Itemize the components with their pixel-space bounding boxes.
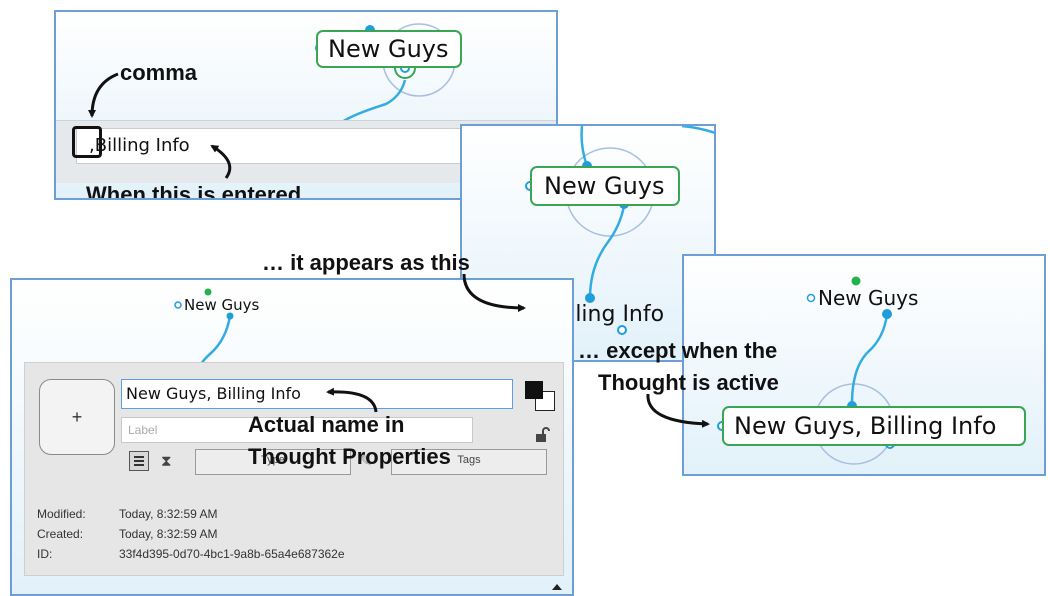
annotation-except-when: … except when the [578, 338, 778, 363]
thought-active-new-guys-billing-info[interactable]: New Guys, Billing Info [722, 406, 1026, 446]
color-swatch-picker[interactable] [523, 379, 555, 413]
modified-label: Modified: [37, 507, 86, 521]
annotation-actual-name: Actual name in [248, 412, 405, 437]
foreground-color-swatch [525, 381, 543, 399]
tags-label: Tags [457, 454, 481, 466]
annotation-when-entered: When this is entered … [86, 182, 330, 200]
thought-new-guys[interactable]: New Guys [530, 166, 680, 206]
annotation-comma: comma [120, 60, 198, 85]
id-label: ID: [37, 547, 53, 561]
panel-active-example: New Guys New Guys, Billing Info [682, 254, 1046, 476]
thought-name-input-value: ,Billing Info [89, 135, 190, 156]
thought-new-guys[interactable]: New Guys [184, 296, 259, 314]
thought-new-guys[interactable]: New Guys [818, 286, 918, 310]
thought-name-field[interactable]: New Guys, Billing Info [121, 379, 513, 409]
thought-name-field-value: New Guys, Billing Info [126, 384, 301, 403]
add-image-button[interactable]: + [39, 379, 115, 455]
hourglass-icon[interactable]: ⧗ [161, 452, 172, 470]
list-view-icon[interactable] [129, 451, 149, 471]
annotation-thought-properties: Thought Properties [248, 444, 451, 469]
created-value: Today, 8:32:59 AM [119, 527, 218, 541]
annotation-thought-active: Thought is active [598, 370, 779, 395]
id-value: 33f4d395-0d70-4bc1-9a8b-65a4e687362e [119, 547, 345, 561]
plus-icon: + [71, 407, 83, 427]
modified-value: Today, 8:32:59 AM [119, 507, 218, 521]
label-input-placeholder: Label [128, 423, 158, 437]
created-label: Created: [37, 527, 84, 541]
annotation-appears-as: … it appears as this [262, 250, 470, 275]
lock-icon[interactable] [535, 427, 551, 443]
scroll-up-arrow-icon[interactable] [552, 584, 562, 590]
comma-highlight-box [72, 126, 102, 158]
thought-new-guys[interactable]: New Guys [316, 30, 462, 68]
